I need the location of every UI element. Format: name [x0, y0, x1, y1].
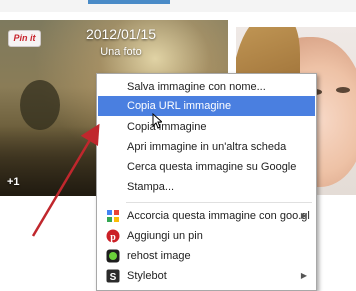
annotation-arrow: [31, 123, 100, 237]
